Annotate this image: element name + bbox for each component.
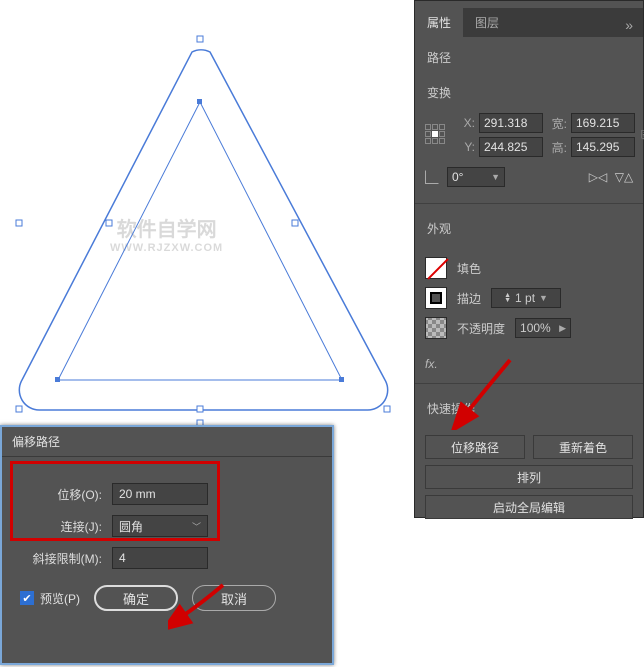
arrange-button[interactable]: 排列 — [425, 465, 633, 489]
opacity-field[interactable]: 100% ▶ — [515, 318, 571, 338]
path-shapes[interactable] — [0, 0, 415, 430]
section-appearance-label: 外观 — [415, 208, 643, 243]
chevron-right-icon: ▶ — [559, 323, 566, 334]
check-icon: ✔ — [20, 591, 34, 605]
y-label: Y: — [457, 140, 475, 154]
fill-label: 填色 — [457, 260, 481, 277]
preview-label: 预览(P) — [40, 590, 80, 607]
opacity-value: 100% — [520, 321, 551, 335]
tab-layers[interactable]: 图层 — [463, 8, 511, 37]
joins-select[interactable]: 圆角 ﹀ — [112, 515, 208, 537]
transform-section: X: Y: 宽: 高: ⎘ — [415, 107, 643, 199]
angle-value: 0° — [452, 170, 463, 184]
y-field[interactable] — [479, 137, 543, 157]
global-edit-button[interactable]: 启动全局编辑 — [425, 495, 633, 519]
section-transform-label: 变换 — [415, 72, 643, 107]
angle-icon — [425, 170, 439, 184]
offset-field-label: 位移(O): — [20, 486, 102, 503]
object-type-label: 路径 — [415, 37, 643, 72]
inner-triangle-path[interactable] — [58, 102, 342, 380]
offset-input[interactable] — [112, 483, 208, 505]
chevron-down-icon: ▼ — [539, 293, 548, 303]
stroke-label: 描边 — [457, 290, 481, 307]
outer-triangle-path[interactable] — [19, 50, 387, 410]
w-field[interactable] — [571, 113, 635, 133]
stroke-weight-value: 1 pt — [515, 291, 535, 305]
appearance-section: 填色 描边 ▲▼ 1 pt ▼ 不透明度 100% ▶ — [415, 243, 643, 357]
properties-panel: 属性 图层 » 路径 变换 X: Y: — [414, 0, 644, 518]
stroke-weight-field[interactable]: ▲▼ 1 pt ▼ — [491, 288, 561, 308]
opacity-swatch[interactable] — [425, 317, 447, 339]
spinner-icon[interactable]: ▲▼ — [504, 293, 511, 303]
tab-properties[interactable]: 属性 — [415, 8, 463, 37]
angle-field[interactable]: 0° ▼ — [447, 167, 505, 187]
quick-actions-section: 位移路径 重新着色 排列 启动全局编辑 — [415, 423, 643, 531]
joins-field-label: 连接(J): — [20, 518, 102, 535]
miter-input[interactable] — [112, 547, 208, 569]
x-field[interactable] — [479, 113, 543, 133]
chevron-down-icon: ▼ — [491, 172, 500, 182]
offset-path-button[interactable]: 位移路径 — [425, 435, 525, 459]
ok-button[interactable]: 确定 — [94, 585, 178, 611]
flip-vertical-icon[interactable]: ▽△ — [615, 169, 633, 185]
cancel-button[interactable]: 取消 — [192, 585, 276, 611]
x-label: X: — [457, 116, 475, 130]
reference-point-widget[interactable] — [425, 124, 445, 146]
dialog-title[interactable]: 偏移路径 — [2, 427, 332, 457]
h-label: 高: — [549, 139, 567, 156]
h-field[interactable] — [571, 137, 635, 157]
preview-checkbox[interactable]: ✔ 预览(P) — [20, 590, 80, 607]
fx-label[interactable]: fx. — [425, 357, 438, 371]
flip-horizontal-icon[interactable]: ▷◁ — [589, 169, 607, 185]
recolor-button[interactable]: 重新着色 — [533, 435, 633, 459]
joins-value: 圆角 — [119, 518, 143, 535]
panel-menu-icon[interactable]: » — [615, 13, 643, 37]
section-quick-label: 快速操作 — [415, 388, 643, 423]
miter-field-label: 斜接限制(M): — [20, 550, 102, 567]
opacity-label: 不透明度 — [457, 320, 505, 337]
offset-path-dialog: 偏移路径 位移(O): 连接(J): 圆角 ﹀ 斜接限制(M): ✔ 预览(P)… — [0, 425, 334, 665]
chevron-down-icon: ﹀ — [192, 520, 201, 533]
stroke-swatch[interactable] — [425, 287, 447, 309]
w-label: 宽: — [549, 115, 567, 132]
panel-tabs: 属性 图层 » — [415, 9, 643, 37]
artboard[interactable]: 软件自学网 WWW.RJZXW.COM — [0, 0, 415, 430]
fill-swatch[interactable] — [425, 257, 447, 279]
